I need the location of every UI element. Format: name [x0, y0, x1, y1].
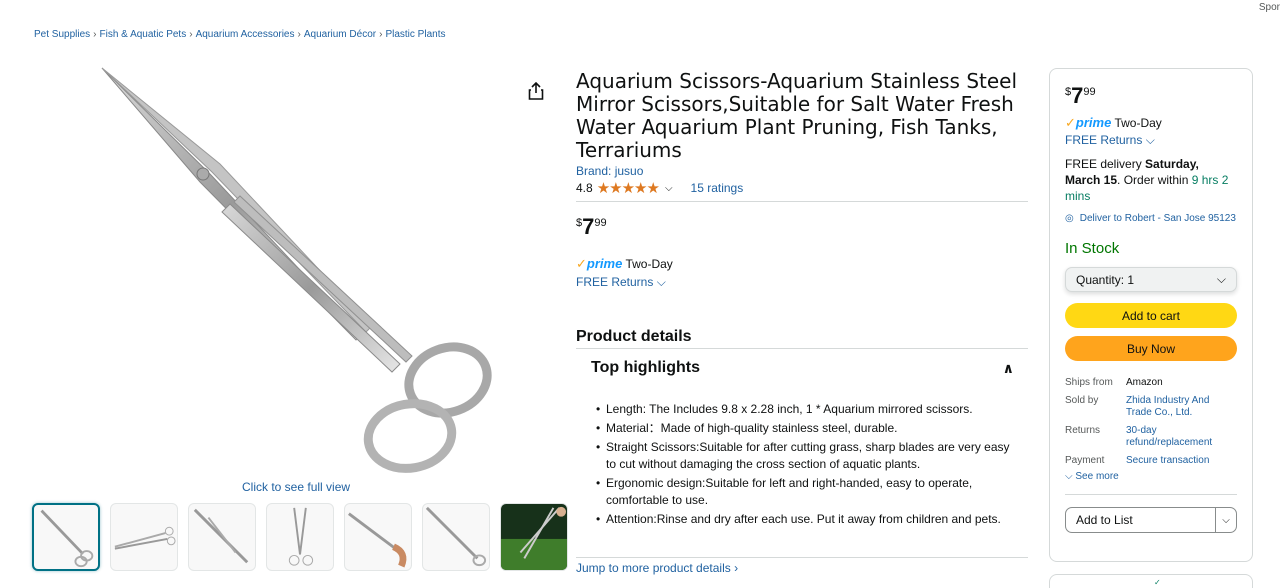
star-rating-icon[interactable]: ★★★★★ — [597, 179, 660, 197]
product-title: Aquarium Scissors-Aquarium Stainless Ste… — [576, 69, 1018, 162]
rating-row: 4.8 ★★★★★ ⌵ 15 ratings — [576, 179, 1028, 202]
info-row-payment: Payment Secure transaction — [1065, 455, 1210, 466]
see-full-view-link[interactable]: Click to see full view — [242, 480, 350, 494]
product-info: Aquarium Scissors-Aquarium Stainless Ste… — [576, 70, 1028, 530]
sponsored-label: Spor — [1258, 2, 1280, 13]
thumbnail-6[interactable] — [422, 503, 490, 571]
location-pin-icon: ◎ — [1065, 213, 1074, 224]
rating-value: 4.8 — [576, 181, 593, 195]
list-item: Straight Scissors:Suitable for after cut… — [596, 439, 1016, 473]
chevron-down-icon: ⌵ — [656, 275, 666, 289]
share-icon[interactable] — [528, 82, 544, 100]
free-returns-link[interactable]: FREE Returns ⌵ — [576, 275, 1028, 290]
buy-now-button[interactable]: Buy Now — [1065, 336, 1237, 361]
list-item: Ergonomic design:Suitable for left and r… — [596, 475, 1016, 509]
next-panel: ✓ — [1049, 574, 1253, 588]
see-more-link[interactable]: ⌵ See more — [1065, 471, 1237, 482]
buybox-price: $7 99 — [1065, 83, 1096, 108]
chevron-down-icon: ⌵ — [1216, 272, 1226, 286]
jump-to-details-link[interactable]: Jump to more product details › — [576, 557, 1028, 575]
info-row-ships-from: Ships from Amazon — [1065, 377, 1163, 388]
breadcrumb-pet-supplies[interactable]: Pet Supplies — [34, 29, 90, 40]
highlights-list: Length: The Includes 9.8 x 2.28 inch, 1 … — [576, 401, 1028, 528]
chevron-down-icon: ⌵ — [1065, 471, 1073, 482]
divider — [1065, 494, 1237, 495]
top-highlights-heading: Top highlights — [591, 359, 701, 376]
seller-info: Ships from Amazon Sold by Zhida Industry A… — [1065, 377, 1237, 467]
thumbnail-strip — [32, 503, 568, 571]
chevron-down-icon[interactable]: ⌵ — [665, 183, 673, 194]
list-item: Attention:Rinse and dry after each use. … — [596, 511, 1016, 528]
list-item: Length: The Includes 9.8 x 2.28 inch, 1 … — [596, 401, 1016, 418]
chevron-up-icon[interactable]: ∧ — [1003, 360, 1014, 377]
info-row-sold-by: Sold by Zhida Industry And Trade Co., Ltd… — [1065, 395, 1210, 418]
info-row-returns: Returns 30-day refund/replacement — [1065, 425, 1213, 448]
product-details-heading: Product details — [576, 328, 1028, 349]
breadcrumb-fish-aquatic-pets[interactable]: Fish & Aquatic Pets — [100, 29, 187, 40]
main-product-image[interactable] — [60, 64, 500, 476]
breadcrumb: Pet Supplies › Fish & Aquatic Pets › Aquariu… — [34, 29, 446, 40]
quantity-select[interactable]: Quantity: 1 ⌵ — [1065, 267, 1237, 292]
breadcrumb-aquarium-decor[interactable]: Aquarium Décor — [304, 29, 376, 40]
deliver-to-link[interactable]: ◎ Deliver to Robert - San Jose 95123 — [1065, 212, 1237, 226]
thumbnail-1[interactable] — [32, 503, 100, 571]
prime-logo-icon: ✓prime — [576, 256, 623, 271]
breadcrumb-plastic-plants[interactable]: Plastic Plants — [385, 29, 445, 40]
ratings-count-link[interactable]: 15 ratings — [691, 181, 744, 195]
delivery-info: FREE delivery Saturday, March 15. Order … — [1065, 157, 1229, 203]
price: $7 99 — [576, 214, 607, 239]
buybox-free-returns-link[interactable]: FREE Returns ⌵ — [1065, 133, 1237, 148]
chevron-down-icon[interactable]: ⌵ — [1215, 508, 1236, 532]
buy-box: $7 99 ✓prime Two-Day FREE Returns ⌵ FREE … — [1049, 68, 1253, 562]
breadcrumb-aquarium-accessories[interactable]: Aquarium Accessories — [196, 29, 295, 40]
prime-logo-icon: ✓prime — [1065, 115, 1112, 130]
thumbnail-5[interactable] — [344, 503, 412, 571]
add-to-cart-button[interactable]: Add to cart — [1065, 303, 1237, 328]
thumbnail-4[interactable] — [266, 503, 334, 571]
stock-status: In Stock — [1065, 240, 1120, 257]
list-item: Material：Made of high-quality stainless … — [596, 420, 1016, 437]
thumbnail-7[interactable] — [500, 503, 568, 571]
thumbnail-2[interactable] — [110, 503, 178, 571]
brand-link[interactable]: Brand: jusuo — [576, 164, 1028, 178]
top-highlights-toggle[interactable]: Top highlights ∧ — [576, 349, 1028, 387]
add-to-list-button[interactable]: Add to List ⌵ — [1065, 507, 1237, 533]
scissors-image — [101, 67, 492, 473]
prime-speed: Two-Day — [625, 257, 673, 271]
prime-badge: ✓prime Two-Day — [576, 256, 1028, 272]
buybox-prime-badge: ✓prime Two-Day — [1065, 115, 1162, 130]
thumbnail-3[interactable] — [188, 503, 256, 571]
chevron-down-icon: ⌵ — [1145, 133, 1155, 147]
check-icon: ✓ — [1154, 578, 1161, 587]
